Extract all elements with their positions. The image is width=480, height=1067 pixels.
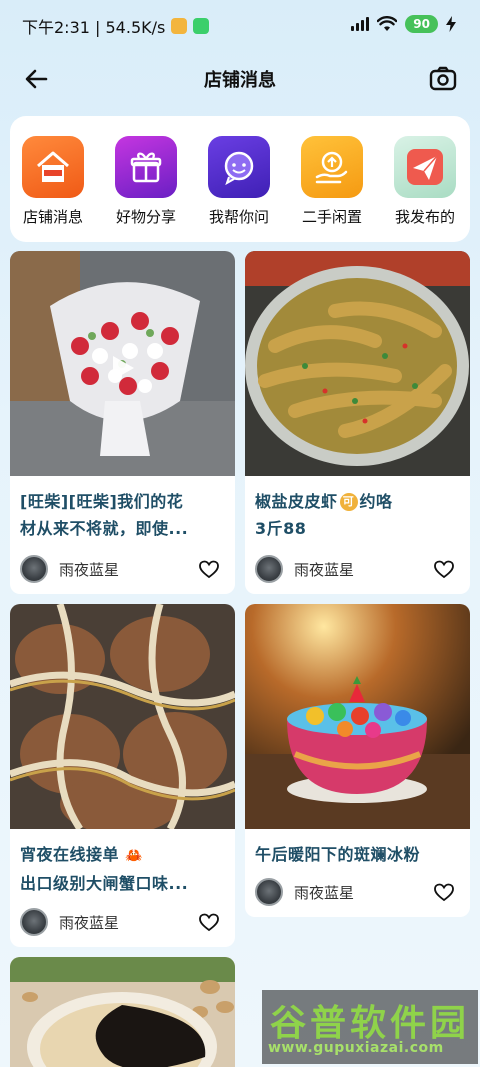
card-author: 雨夜蓝星 <box>255 878 460 908</box>
app-notification-icon <box>193 18 210 34</box>
card-title: 椒盐皮皮虾可约咯 3斤88 <box>255 492 393 538</box>
page-header: 店铺消息 <box>0 58 480 98</box>
play-icon[interactable] <box>110 354 136 382</box>
category-shop-news[interactable]: 店铺消息 <box>10 136 100 227</box>
category-label: 我帮你问 <box>208 208 269 226</box>
battery-badge: 90 <box>405 15 438 33</box>
status-time: 下午2:31 | 54.5K/s <box>22 18 166 37</box>
feed-card[interactable]: [旺柴][旺柴]我们的花 材从来不将就，即使... 雨夜蓝星 <box>10 251 235 594</box>
heart-icon[interactable] <box>199 913 219 933</box>
card-author: 雨夜蓝星 <box>20 908 225 938</box>
badge-icon: 可 <box>339 493 358 511</box>
username[interactable]: 雨夜蓝星 <box>294 559 354 580</box>
camera-icon[interactable] <box>428 64 458 94</box>
feed-card[interactable] <box>10 957 235 1067</box>
avatar[interactable] <box>20 555 48 583</box>
username[interactable]: 雨夜蓝星 <box>59 559 119 580</box>
category-panel: 店铺消息 好物分享 我帮你问 二手闲置 我发布的 <box>10 116 470 242</box>
category-label: 二手闲置 <box>301 208 362 226</box>
username[interactable]: 雨夜蓝星 <box>59 912 119 933</box>
wifi-icon <box>377 16 398 31</box>
recycle-hand-icon <box>301 136 363 198</box>
crab-icon: 🦀 <box>125 848 144 864</box>
category-label: 店铺消息 <box>22 208 83 226</box>
watermark-url: www.gupuxiazai.com <box>268 1040 444 1056</box>
feed-card[interactable]: 椒盐皮皮虾可约咯 3斤88 雨夜蓝星 <box>245 251 470 594</box>
avatar[interactable] <box>255 555 283 583</box>
message-notification-icon <box>171 18 188 34</box>
card-image-crabs[interactable] <box>10 604 235 829</box>
watermark-title: 谷普软件园 <box>270 1002 471 1044</box>
heart-icon[interactable] <box>434 560 454 580</box>
heart-icon[interactable] <box>434 883 454 903</box>
chat-help-icon <box>208 136 270 198</box>
gift-icon <box>115 136 177 198</box>
category-my-posts[interactable]: 我发布的 <box>378 136 470 227</box>
card-title: [旺柴][旺柴]我们的花 材从来不将就，即使... <box>20 492 189 538</box>
paper-plane-icon <box>394 136 456 198</box>
card-image-sesame-paste[interactable] <box>10 957 235 1067</box>
card-author: 雨夜蓝星 <box>20 555 225 585</box>
avatar[interactable] <box>255 878 283 906</box>
signal-icon <box>351 17 370 31</box>
watermark: 谷普软件园 www.gupuxiazai.com <box>262 990 478 1064</box>
category-label: 我发布的 <box>394 208 455 226</box>
card-title: 午后暖阳下的斑斓冰粉 <box>255 845 421 864</box>
charging-icon <box>446 16 456 32</box>
card-author: 雨夜蓝星 <box>255 555 460 585</box>
category-help-ask[interactable]: 我帮你问 <box>192 136 286 227</box>
category-second-hand[interactable]: 二手闲置 <box>285 136 379 227</box>
category-label: 好物分享 <box>115 208 176 226</box>
page-title: 店铺消息 <box>204 70 276 91</box>
card-image-shrimp[interactable] <box>245 251 470 476</box>
feed-card[interactable]: 宵夜在线接单 🦀 出口级别大闸蟹口味... 雨夜蓝星 <box>10 604 235 947</box>
avatar[interactable] <box>20 908 48 936</box>
card-image-jelly-dessert[interactable] <box>245 604 470 829</box>
status-bar: 下午2:31 | 54.5K/s 90 <box>0 0 480 50</box>
heart-icon[interactable] <box>199 560 219 580</box>
username[interactable]: 雨夜蓝星 <box>294 882 354 903</box>
card-title: 宵夜在线接单 🦀 出口级别大闸蟹口味... <box>20 845 189 893</box>
shop-news-icon <box>22 136 84 198</box>
category-gift-share[interactable]: 好物分享 <box>99 136 193 227</box>
feed-card[interactable]: 午后暖阳下的斑斓冰粉 雨夜蓝星 <box>245 604 470 917</box>
